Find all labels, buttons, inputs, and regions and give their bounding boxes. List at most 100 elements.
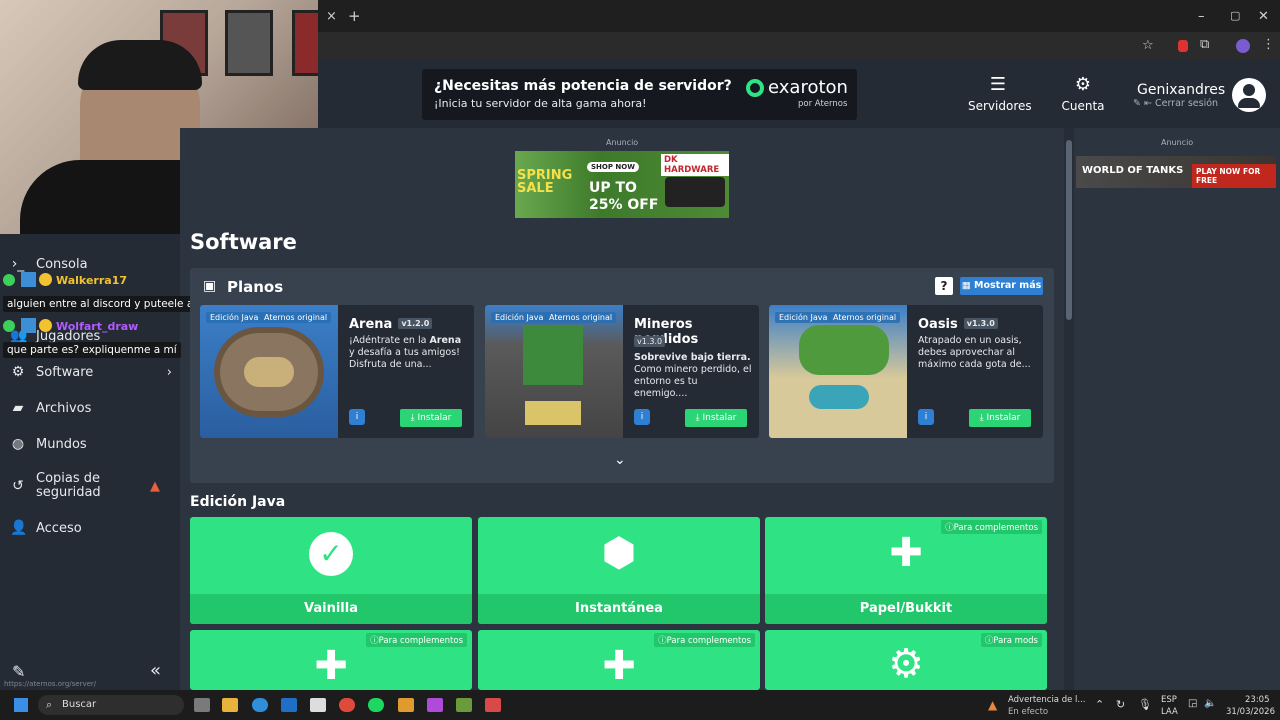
tile-plugins-2[interactable]: ⓘPara complementos ✚	[478, 630, 760, 690]
status-url: https://aternos.org/server/	[4, 680, 97, 688]
account-nav[interactable]: ⚙ Cuenta	[1058, 74, 1108, 113]
weather-sub: En efecto	[1008, 707, 1049, 717]
app-icon[interactable]	[427, 698, 443, 712]
calculator-icon[interactable]	[310, 698, 326, 712]
info-icon[interactable]: i	[634, 409, 650, 425]
streamer-hair	[78, 40, 202, 90]
sidebar-item-copias[interactable]: ↺ Copias de seguridad ▲	[10, 472, 160, 500]
card-desc-pre: ¡Adéntrate en la	[349, 335, 430, 346]
sidebar-item-mundos[interactable]: ◍ Mundos	[10, 436, 87, 452]
version-badge: v1.3.0	[634, 336, 666, 347]
install-button[interactable]: ⤓ Instalar	[969, 409, 1031, 427]
app-icon[interactable]	[398, 698, 414, 712]
ad-brand: exaroton	[768, 77, 848, 98]
sidebar-item-consola[interactable]: ›_ Consola	[10, 256, 88, 272]
install-button[interactable]: ⤓ Instalar	[685, 409, 747, 427]
windows-start-icon[interactable]	[14, 698, 28, 712]
microphone-icon[interactable]: 🎙	[1138, 698, 1152, 711]
tile-vanilla[interactable]: ✓ Vainilla	[190, 517, 472, 624]
page-title: Software	[190, 230, 297, 254]
exaroton-ad[interactable]: ¿Necesitas más potencia de servidor? ¡In…	[422, 69, 857, 120]
tile-snapshot[interactable]: ⬢ Instantánea	[478, 517, 760, 624]
logout-label: Cerrar sesión	[1154, 98, 1219, 109]
logout-link[interactable]: ✎ ⇤ Cerrar sesión	[1133, 98, 1218, 109]
info-circle-icon: ⓘ	[945, 523, 954, 533]
clock-time[interactable]: 23:05	[1245, 695, 1270, 705]
extensions-puzzle-icon[interactable]: ⧉	[1200, 38, 1209, 51]
folder-icon: ▰	[12, 400, 24, 416]
tray-app-icon[interactable]: ↻	[1116, 698, 1125, 711]
scrollbar-thumb[interactable]	[1066, 140, 1072, 320]
chrome-icon[interactable]	[339, 698, 355, 712]
info-icon[interactable]: i	[349, 409, 365, 425]
sidebar-item-label: Software	[36, 364, 94, 380]
show-more-button[interactable]: ▦ Mostrar más	[960, 277, 1043, 295]
chat-badge-1	[39, 319, 52, 332]
maximize-button[interactable]: ▢	[1230, 10, 1240, 21]
info-circle-icon: ⓘ	[370, 636, 379, 646]
servers-nav[interactable]: ☰ Servidores	[968, 74, 1032, 113]
user-cog-icon: ⚙	[1074, 74, 1092, 95]
help-button[interactable]: ?	[935, 277, 953, 295]
lang-1[interactable]: ESP	[1161, 695, 1177, 705]
close-window-button[interactable]: ✕	[1258, 10, 1269, 23]
plugins-tag: ⓘPara complementos	[654, 633, 755, 647]
avatar[interactable]	[1232, 78, 1266, 112]
app-icon[interactable]	[485, 698, 501, 712]
oasis-trees	[799, 325, 889, 375]
arena-floor	[244, 357, 294, 387]
minecraft-icon[interactable]	[456, 698, 472, 712]
profile-avatar[interactable]	[1236, 39, 1250, 53]
username: Genixandres	[1137, 82, 1226, 98]
file-explorer-icon[interactable]	[222, 698, 238, 712]
wot-ad[interactable]: WORLD OF TANKS PLAY NOW FOR FREE	[1076, 156, 1276, 188]
taskbar-search[interactable]: ⌕ Buscar	[38, 695, 184, 715]
weather-title[interactable]: Advertencia de l...	[1008, 695, 1086, 705]
tile-mods[interactable]: ⓘPara mods ⚙	[765, 630, 1047, 690]
network-icon[interactable]: ◲	[1188, 698, 1197, 709]
console-icon: ›_	[11, 256, 25, 272]
blueprint-card[interactable]: Edición Java Aternos original Oasis v1.3.…	[769, 305, 1043, 438]
card-description: ¡Adéntrate en la Arena y desafía a tus a…	[349, 335, 467, 371]
page-scrollbar[interactable]	[1064, 128, 1074, 690]
spotify-icon[interactable]	[368, 698, 384, 712]
edit-pencil-icon[interactable]: ✎	[12, 662, 25, 681]
sidebar-item-software[interactable]: ⚙ Software ›	[10, 364, 172, 380]
close-tab-icon[interactable]: ×	[326, 10, 337, 23]
install-button[interactable]: ⤓ Instalar	[400, 409, 462, 427]
new-tab-button[interactable]: +	[348, 9, 361, 24]
extension-icon[interactable]	[1178, 40, 1188, 52]
check-icon: ✓	[309, 532, 353, 576]
cave-light	[525, 401, 581, 425]
collapse-sidebar-button[interactable]: «	[150, 660, 161, 681]
card-desc-post: Como minero perdido, el entorno es tu en…	[634, 364, 752, 399]
chevron-down-icon[interactable]: ⌄	[614, 452, 626, 468]
chat-mod-badge	[3, 320, 15, 332]
bookmark-star-icon[interactable]: ☆	[1142, 39, 1154, 52]
tile-paper[interactable]: ⓘPara complementos ✚ Papel/Bukkit	[765, 517, 1047, 624]
info-icon[interactable]: i	[918, 409, 934, 425]
hardware-ad[interactable]: SPRING SALE SHOP NOW UP TO 25% OFF DK HA…	[515, 151, 729, 218]
blueprint-card[interactable]: Edición Java Aternos original Arena v1.2.…	[200, 305, 474, 438]
account-label: Cuenta	[1061, 99, 1105, 113]
card-badge: Aternos original	[260, 312, 332, 323]
tray-chevron-icon[interactable]: ⌃	[1095, 698, 1104, 711]
tile-plugins-1[interactable]: ⓘPara complementos ✚	[190, 630, 472, 690]
card-desc-bold: Sobrevive bajo tierra.	[634, 352, 751, 363]
outlook-icon[interactable]	[281, 698, 297, 712]
tile-label: Papel/Bukkit	[765, 594, 1047, 624]
percent-off-text: 25% OFF	[589, 197, 659, 213]
volume-icon[interactable]: 🔈	[1204, 698, 1216, 709]
task-view-icon[interactable]	[194, 698, 210, 712]
edge-icon[interactable]	[252, 698, 268, 712]
card-image	[485, 305, 623, 438]
minimize-button[interactable]: –	[1198, 10, 1205, 23]
chat-username: Walkerra17	[56, 274, 127, 287]
blueprint-card[interactable]: Edición Java Aternos original Mineros pe…	[485, 305, 759, 438]
sidebar-item-acceso[interactable]: 👤 Acceso	[10, 520, 82, 536]
warning-icon: ▲	[150, 478, 160, 494]
tile-label: Vainilla	[190, 594, 472, 624]
sidebar-item-archivos[interactable]: ▰ Archivos	[10, 400, 92, 416]
search-label: Buscar	[62, 699, 97, 710]
browser-menu-icon[interactable]: ⋮	[1262, 38, 1275, 51]
